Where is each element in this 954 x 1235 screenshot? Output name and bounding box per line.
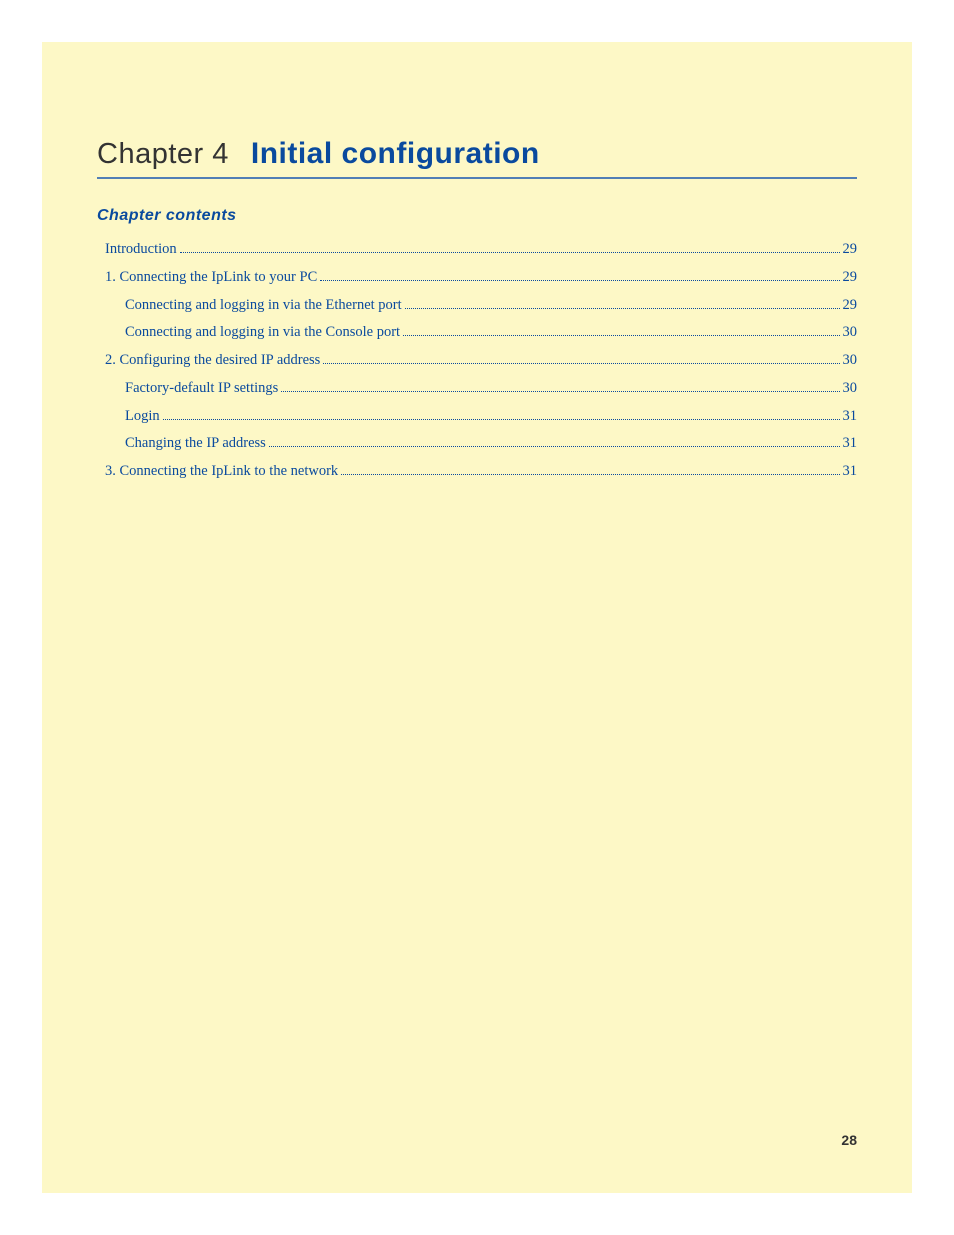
toc-link-text: Connecting and logging in via the Consol…: [125, 322, 400, 344]
chapter-label: Chapter 4: [97, 138, 229, 171]
toc-link-text: Changing the IP address: [125, 433, 266, 455]
toc-leader-dots: [403, 335, 839, 336]
page-number: 28: [841, 1132, 857, 1148]
toc-leader-dots: [341, 474, 839, 475]
contents-heading: Chapter contents: [97, 207, 857, 225]
toc-leader-dots: [281, 391, 839, 392]
toc-link-text: Connecting and logging in via the Ethern…: [125, 295, 402, 317]
toc-link-text: 2. Configuring the desired IP address: [105, 350, 320, 372]
toc-entry[interactable]: Login 31: [105, 406, 857, 428]
page-container: Chapter 4 Initial configuration Chapter …: [42, 42, 912, 1193]
chapter-title: Initial configuration: [251, 137, 540, 171]
toc-entry[interactable]: Connecting and logging in via the Ethern…: [105, 295, 857, 317]
toc-entry[interactable]: Changing the IP address 31: [105, 433, 857, 455]
toc-page-number: 30: [843, 378, 858, 400]
toc-entry[interactable]: 2. Configuring the desired IP address 30: [105, 350, 857, 372]
toc-page-number: 29: [843, 295, 858, 317]
toc-entry[interactable]: 1. Connecting the IpLink to your PC 29: [105, 267, 857, 289]
toc-page-number: 31: [843, 461, 858, 483]
toc-entry[interactable]: Introduction 29: [105, 239, 857, 261]
toc-page-number: 30: [843, 350, 858, 372]
toc-link-text: 3. Connecting the IpLink to the network: [105, 461, 338, 483]
toc-page-number: 31: [843, 406, 858, 428]
toc-link-text: Factory-default IP settings: [125, 378, 278, 400]
toc-leader-dots: [320, 280, 839, 281]
toc-link-text: 1. Connecting the IpLink to your PC: [105, 267, 317, 289]
toc-entry[interactable]: 3. Connecting the IpLink to the network …: [105, 461, 857, 483]
toc-page-number: 31: [843, 433, 858, 455]
toc-leader-dots: [323, 363, 839, 364]
toc-leader-dots: [180, 252, 840, 253]
toc-entry[interactable]: Connecting and logging in via the Consol…: [105, 322, 857, 344]
toc-entry[interactable]: Factory-default IP settings 30: [105, 378, 857, 400]
toc-leader-dots: [269, 446, 840, 447]
toc-leader-dots: [163, 419, 840, 420]
toc-page-number: 30: [843, 322, 858, 344]
toc-page-number: 29: [843, 267, 858, 289]
toc-leader-dots: [405, 308, 840, 309]
toc-link-text: Introduction: [105, 239, 177, 261]
table-of-contents: Introduction 29 1. Connecting the IpLink…: [97, 239, 857, 483]
toc-link-text: Login: [125, 406, 160, 428]
chapter-header: Chapter 4 Initial configuration: [97, 137, 857, 179]
toc-page-number: 29: [843, 239, 858, 261]
